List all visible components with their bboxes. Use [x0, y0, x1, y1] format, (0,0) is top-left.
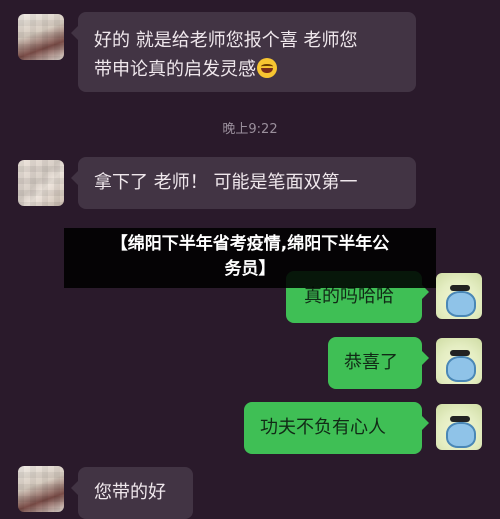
message-timestamp: 晚上9:22 — [222, 122, 278, 137]
outgoing-message-bubble[interactable]: 恭喜了 — [328, 337, 429, 389]
overlay-title-line: 【绵阳下半年省考疫情,绵阳下半年公 — [110, 234, 390, 254]
message-text-line: 您带的好 — [94, 482, 166, 503]
article-title-overlay: 【绵阳下半年省考疫情,绵阳下半年公 务员】 — [64, 228, 436, 288]
message-text-line: 恭喜了 — [344, 352, 398, 373]
message-text-line: 拿下了 老师！ 可能是笔面双第一 — [94, 172, 358, 193]
incoming-message-bubble[interactable]: 拿下了 老师！ 可能是笔面双第一 — [71, 157, 416, 209]
incoming-message-bubble[interactable]: 您带的好 — [71, 467, 193, 519]
self-avatar[interactable] — [436, 273, 482, 319]
message-text-line: 功夫不负有心人 — [260, 417, 386, 438]
contact-avatar[interactable] — [18, 466, 64, 512]
contact-avatar[interactable] — [18, 14, 64, 60]
self-avatar[interactable] — [436, 404, 482, 450]
message-text-line: 好的 就是给老师您报个喜 老师您 — [94, 30, 358, 51]
overlay-title-line: 务员】 — [224, 259, 276, 279]
incoming-message-bubble[interactable]: 好的 就是给老师您报个喜 老师您 带申论真的启发灵感 — [71, 12, 416, 92]
contact-avatar[interactable] — [18, 160, 64, 206]
grinning-face-emoji-icon — [257, 58, 277, 78]
self-avatar[interactable] — [436, 338, 482, 384]
message-text-line: 带申论真的启发灵感 — [94, 59, 256, 80]
outgoing-message-bubble[interactable]: 功夫不负有心人 — [244, 402, 429, 454]
